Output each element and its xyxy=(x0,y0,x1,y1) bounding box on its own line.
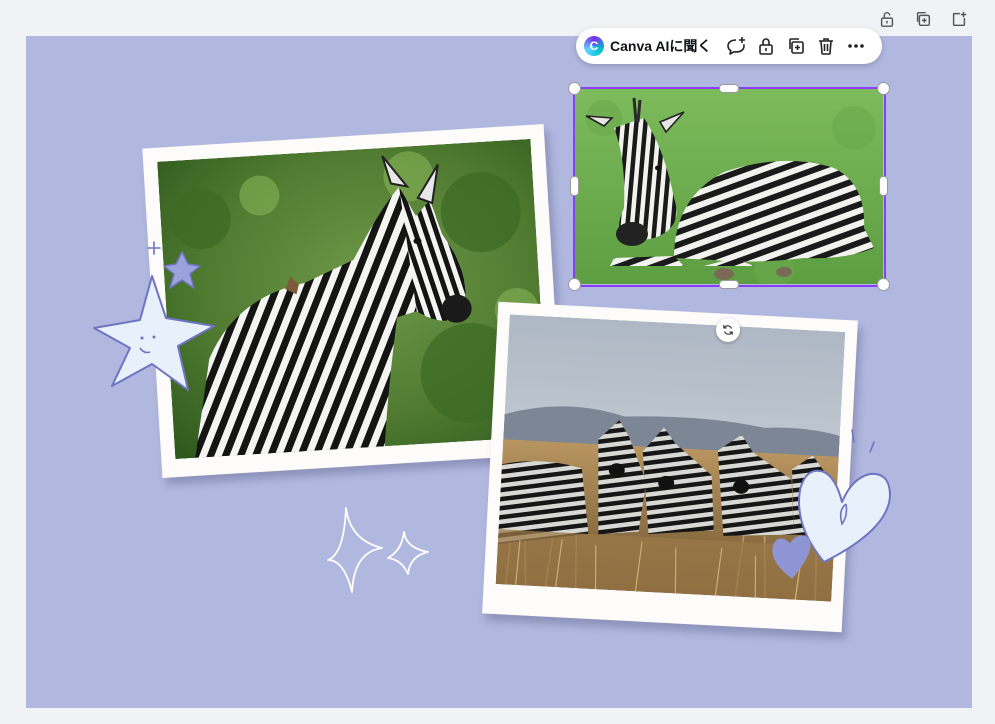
lock-button[interactable] xyxy=(753,33,779,59)
resize-handle-left[interactable] xyxy=(570,176,579,196)
element-toolbar: C Canva AIに聞く xyxy=(576,28,882,64)
comment-add-icon xyxy=(727,37,746,55)
add-comment-button[interactable] xyxy=(723,33,749,59)
duplicate-icon xyxy=(789,38,805,54)
more-icon xyxy=(848,44,865,48)
resize-handle-bottom-left[interactable] xyxy=(568,278,581,291)
resize-handle-top-left[interactable] xyxy=(568,82,581,95)
rotate-icon xyxy=(723,325,733,335)
add-page-button[interactable] xyxy=(947,8,971,30)
page-actions xyxy=(875,8,971,30)
resize-handle-bottom-right[interactable] xyxy=(877,278,890,291)
sparkle-outline-sticker[interactable] xyxy=(324,504,434,596)
ask-canva-ai-label: Canva AIに聞く xyxy=(610,38,712,54)
canva-ai-logo-icon: C xyxy=(584,36,604,56)
heart-sticker[interactable] xyxy=(766,426,902,586)
resize-handle-bottom[interactable] xyxy=(719,280,739,289)
lock-icon xyxy=(880,12,894,27)
trash-icon xyxy=(819,38,834,55)
duplicate-button[interactable] xyxy=(783,33,809,59)
resize-handle-top-right[interactable] xyxy=(877,82,890,95)
lock-icon xyxy=(759,38,774,55)
resize-handle-right[interactable] xyxy=(879,176,888,196)
rotate-button[interactable] xyxy=(716,318,740,342)
page-lock-button[interactable] xyxy=(875,8,899,30)
delete-button[interactable] xyxy=(813,33,839,59)
resize-handle-top[interactable] xyxy=(719,84,739,93)
page-duplicate-button[interactable] xyxy=(911,8,935,30)
star-face-sticker[interactable] xyxy=(90,234,230,394)
ask-canva-ai-button[interactable]: C Canva AIに聞く xyxy=(584,36,719,56)
more-options-button[interactable] xyxy=(843,33,869,59)
duplicate-page-icon xyxy=(916,11,931,27)
zebra-lying-photo[interactable] xyxy=(574,88,883,284)
add-page-icon xyxy=(952,11,967,27)
